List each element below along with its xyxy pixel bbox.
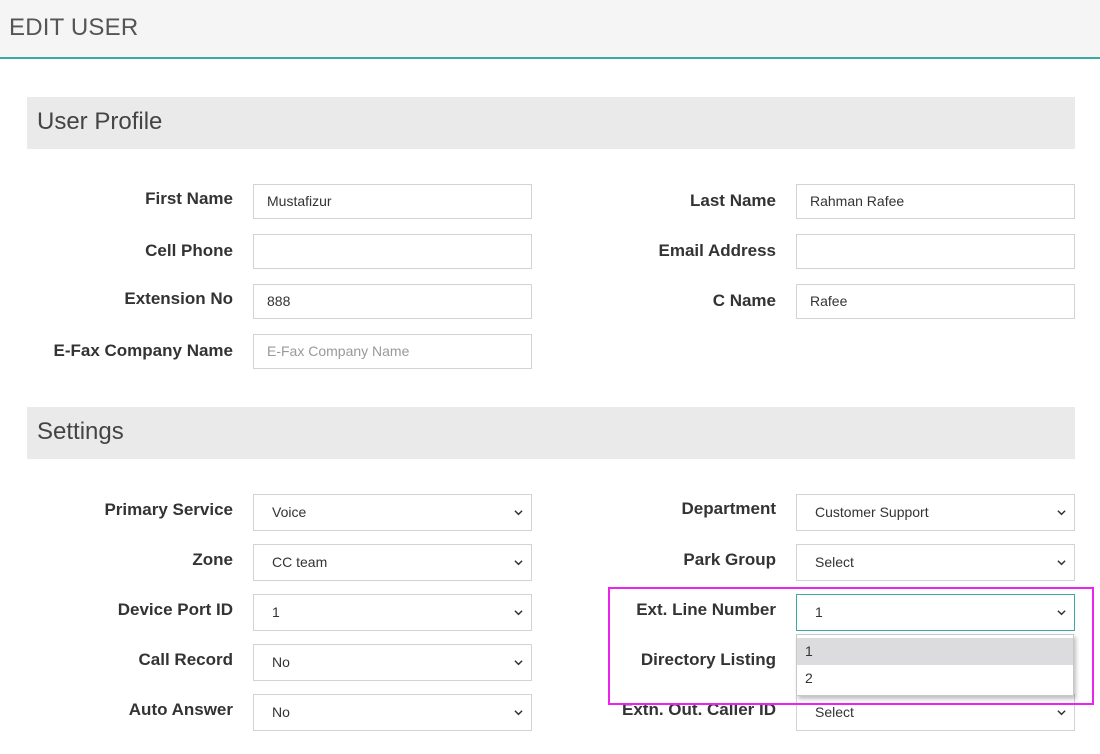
extn-caller-id-select[interactable]: Select [796,694,1075,731]
auto-answer-label: Auto Answer [128,700,233,719]
ext-line-label: Ext. Line Number [636,600,776,619]
section-title: Settings [37,418,124,445]
efax-input[interactable]: E-Fax Company Name [253,334,532,369]
email-input[interactable] [796,234,1075,269]
ext-line-select[interactable]: 1 [796,594,1075,631]
department-select[interactable]: Customer Support [796,494,1075,531]
page-header: EDIT USER [0,0,1100,59]
directory-listing-label: Directory Listing [640,650,776,669]
chevron-down-icon [514,510,523,516]
section-header-user-profile: User Profile [27,97,1075,149]
select-value: Voice [272,504,307,520]
chevron-down-icon [1057,610,1066,616]
efax-label: E-Fax Company Name [53,341,234,360]
park-group-label: Park Group [683,550,776,569]
dropdown-option-1[interactable]: 1 [797,638,1073,665]
select-value: 1 [272,604,280,620]
chevron-down-icon [1057,510,1066,516]
last-name-input[interactable]: Rahman Rafee [796,184,1075,219]
select-value: 1 [815,604,823,620]
cell-phone-label: Cell Phone [145,241,233,260]
email-label: Email Address [658,241,776,260]
chevron-down-icon [1057,560,1066,566]
chevron-down-icon [1057,710,1066,716]
chevron-down-icon [514,560,523,566]
select-value: Select [815,554,854,570]
dropdown-option-2[interactable]: 2 [797,665,1073,692]
park-group-select[interactable]: Select [796,544,1075,581]
call-record-label: Call Record [138,650,233,669]
extn-caller-id-label: Extn. Out. Caller ID [622,700,776,719]
department-label: Department [681,499,776,518]
chevron-down-icon [514,610,523,616]
section-title: User Profile [37,108,163,135]
select-value: Select [815,704,854,720]
cell-phone-input[interactable] [253,234,532,269]
call-record-select[interactable]: No [253,644,532,681]
extension-label: Extension No [124,289,233,308]
chevron-down-icon [514,710,523,716]
extension-input[interactable]: 888 [253,284,532,319]
zone-label: Zone [192,550,233,569]
first-name-input[interactable]: Mustafizur [253,184,532,219]
auto-answer-select[interactable]: No [253,694,532,731]
ext-line-dropdown: 1 2 [796,634,1074,696]
select-value: No [272,654,290,670]
primary-service-select[interactable]: Voice [253,494,532,531]
zone-select[interactable]: CC team [253,544,532,581]
select-value: Customer Support [815,504,929,520]
first-name-label: First Name [145,189,233,208]
select-value: CC team [272,554,328,570]
device-port-select[interactable]: 1 [253,594,532,631]
c-name-label: C Name [712,291,776,310]
primary-service-label: Primary Service [104,500,233,519]
page-title: EDIT USER [9,14,139,41]
last-name-label: Last Name [690,191,776,210]
select-value: No [272,704,290,720]
section-header-settings: Settings [27,407,1075,459]
chevron-down-icon [514,660,523,666]
device-port-label: Device Port ID [117,600,233,619]
c-name-input[interactable]: Rafee [796,284,1075,319]
